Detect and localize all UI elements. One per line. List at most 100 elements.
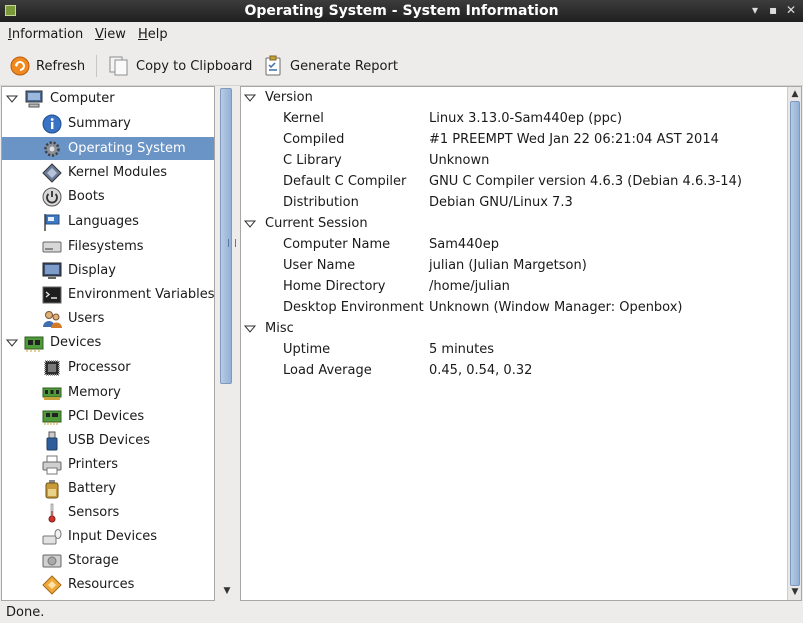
tree-item-pci-devices[interactable]: PCI Devices: [2, 405, 214, 428]
section-misc[interactable]: Misc: [241, 318, 786, 339]
expanded-triangle-icon[interactable]: [6, 93, 18, 105]
tree-label: Kernel Modules: [68, 165, 168, 180]
detail-row: C Library Unknown: [241, 150, 786, 171]
generate-report-button[interactable]: Generate Report: [262, 54, 398, 78]
details-pane: Version Kernel Linux 3.13.0-Sam440ep (ppc…: [240, 86, 802, 601]
detail-row: Kernel Linux 3.13.0-Sam440ep (ppc): [241, 108, 786, 129]
tree-item-display[interactable]: Display: [2, 259, 214, 282]
scroll-up-icon[interactable]: ▲: [789, 88, 801, 100]
section-title: Current Session: [265, 216, 368, 231]
tree-item-processor[interactable]: Processor: [2, 356, 214, 379]
toolbar-separator: [96, 55, 97, 77]
tree-label: Operating System: [68, 141, 186, 156]
tree-item-filesystems[interactable]: Filesystems: [2, 235, 214, 258]
tree-item-users[interactable]: Users: [2, 307, 214, 330]
computer-icon: [25, 90, 43, 108]
gear-icon: [44, 141, 60, 157]
refresh-label: Refresh: [36, 58, 86, 74]
detail-value: 0.45, 0.54, 0.32: [429, 363, 533, 378]
tree-item-printers[interactable]: Printers: [2, 453, 214, 476]
tree-item-input-devices[interactable]: Input Devices: [2, 525, 214, 548]
menu-help[interactable]: Help: [138, 27, 168, 42]
detail-value: Unknown (Window Manager: Openbox): [429, 300, 683, 315]
menu-bar: Information View Help: [0, 22, 803, 46]
tree-item-devices[interactable]: Devices: [2, 331, 214, 354]
tree-item-languages[interactable]: Languages: [2, 210, 214, 233]
detail-key: Home Directory: [283, 279, 386, 294]
detail-value: #1 PREEMPT Wed Jan 22 06:21:04 AST 2014: [429, 132, 719, 147]
detail-value: julian (Julian Margetson): [429, 258, 587, 273]
tree-item-sensors[interactable]: Sensors: [2, 501, 214, 524]
expanded-triangle-icon[interactable]: [6, 337, 18, 349]
tree-label: Computer: [50, 91, 115, 106]
detail-row: Desktop Environment Unknown (Window Manag…: [241, 297, 786, 318]
tree-label: Devices: [50, 335, 102, 350]
tree-item-storage[interactable]: Storage: [2, 549, 214, 572]
tree-item-summary[interactable]: Summary: [2, 112, 214, 135]
expanded-triangle-icon[interactable]: [244, 323, 256, 335]
detail-key: Uptime: [283, 342, 331, 357]
detail-row: Load Average 0.45, 0.54, 0.32: [241, 360, 786, 381]
maximize-icon[interactable]: ▪: [769, 3, 777, 17]
flag-icon: [44, 214, 60, 231]
pane-splitter[interactable]: ▼: [216, 86, 238, 601]
tree-item-environment-variables[interactable]: Environment Variables: [2, 283, 214, 306]
terminal-icon: [42, 286, 62, 304]
tree-item-boots[interactable]: Boots: [2, 185, 214, 208]
detail-row: User Name julian (Julian Margetson): [241, 255, 786, 276]
detail-value: GNU C Compiler version 4.6.3 (Debian 4.6…: [429, 174, 742, 189]
tree-item-memory[interactable]: Memory: [2, 381, 214, 404]
detail-row: Computer Name Sam440ep: [241, 234, 786, 255]
report-label: Generate Report: [290, 58, 398, 74]
tree-item-usb-devices[interactable]: USB Devices: [2, 429, 214, 452]
section-current-session[interactable]: Current Session: [241, 213, 786, 234]
usb-icon: [46, 431, 58, 451]
battery-icon: [45, 480, 59, 499]
minimize-icon[interactable]: ▾: [752, 3, 758, 17]
scroll-down-icon[interactable]: ▼: [789, 586, 801, 598]
scroll-down-icon[interactable]: ▼: [221, 585, 233, 597]
copy-icon: [109, 56, 128, 76]
category-tree[interactable]: Computer Summary Operating System Kernel…: [1, 86, 215, 601]
detail-key: Computer Name: [283, 237, 391, 252]
printer-icon: [42, 455, 62, 475]
detail-key: Kernel: [283, 111, 324, 126]
status-text: Done.: [6, 605, 45, 620]
tree-item-computer[interactable]: Computer: [2, 87, 214, 110]
window-title: Operating System - System Information: [244, 3, 559, 19]
tree-item-kernel-modules[interactable]: Kernel Modules: [2, 161, 214, 184]
detail-row: Distribution Debian GNU/Linux 7.3: [241, 192, 786, 213]
detail-value: Sam440ep: [429, 237, 499, 252]
detail-value: /home/julian: [429, 279, 510, 294]
hard-disk-icon: [42, 554, 62, 568]
menu-view[interactable]: View: [95, 27, 126, 42]
details-scrollbar[interactable]: ▲ ▼: [787, 87, 801, 600]
tree-label: Processor: [68, 360, 131, 375]
tree-label: Languages: [68, 214, 139, 229]
pci-card-icon: [42, 410, 62, 425]
tree-label: Memory: [68, 385, 121, 400]
tree-item-resources[interactable]: Resources: [2, 573, 214, 596]
detail-row: Uptime 5 minutes: [241, 339, 786, 360]
title-bar: Operating System - System Information ▾ …: [0, 0, 803, 22]
info-icon: [42, 114, 62, 134]
copy-to-clipboard-button[interactable]: Copy to Clipboard: [108, 54, 252, 78]
section-version[interactable]: Version: [241, 87, 786, 108]
detail-value: 5 minutes: [429, 342, 495, 357]
expanded-triangle-icon[interactable]: [244, 218, 256, 230]
tree-item-operating-system[interactable]: Operating System: [2, 137, 214, 160]
tree-label: Environment Variables: [68, 287, 215, 302]
details-scrollbar-thumb[interactable]: [790, 101, 800, 586]
tree-label: Filesystems: [68, 239, 144, 254]
menu-information[interactable]: Information: [8, 27, 83, 42]
expanded-triangle-icon[interactable]: [244, 92, 256, 104]
section-title: Misc: [265, 321, 294, 336]
detail-value: Unknown: [429, 153, 490, 168]
close-icon[interactable]: ✕: [786, 3, 796, 17]
refresh-button[interactable]: Refresh: [10, 54, 85, 78]
toolbar: Refresh Copy to Clipboard Generate Repor…: [0, 46, 803, 86]
tree-item-battery[interactable]: Battery: [2, 477, 214, 500]
detail-row: Home Directory/home/julian: [241, 276, 786, 297]
detail-row: Default C Compiler GNU C Compiler version…: [241, 171, 786, 192]
tree-scrollbar-thumb[interactable]: [220, 88, 236, 384]
